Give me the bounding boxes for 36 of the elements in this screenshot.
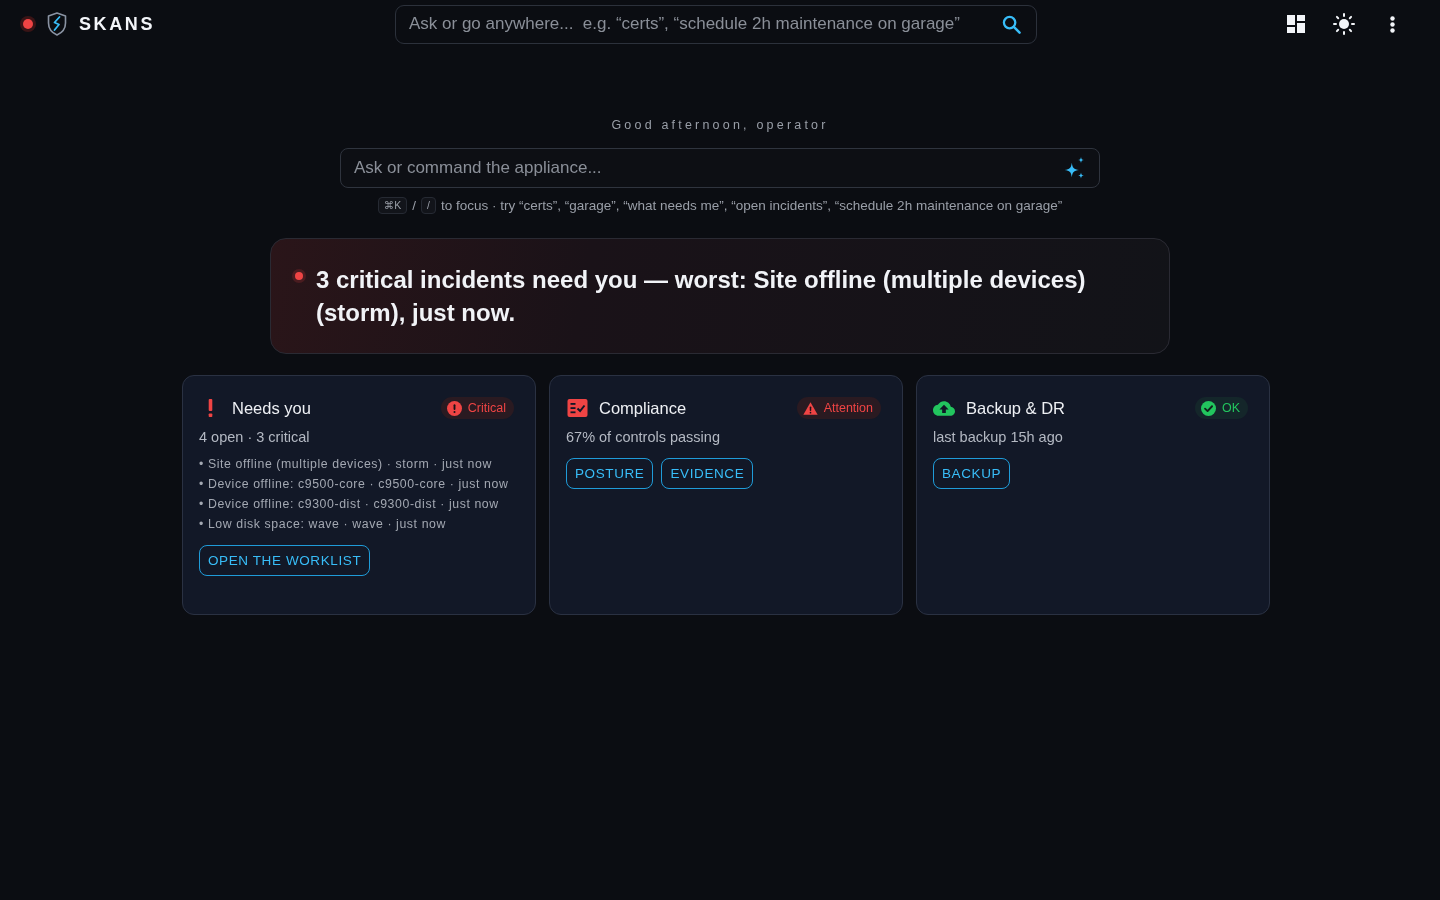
card-summary: 67% of controls passing (566, 428, 721, 447)
cloud-upload-icon (933, 399, 955, 417)
brand-name: SKANS (79, 13, 155, 35)
status-label: Critical (467, 401, 506, 415)
shield-logo-icon (47, 12, 67, 36)
incident-item: • Device offline: c9300-dist · c9300-dist · just now (199, 496, 500, 513)
command-field[interactable]: Ask or command the appliance... (340, 148, 1100, 188)
action-button[interactable]: POSTURE (566, 458, 654, 489)
search-field[interactable]: Ask or go anywhere... e.g. “certs”, “schedule 2h maintenance on garage” (395, 4, 1037, 44)
status-dot (23, 19, 33, 29)
incident-item: • Low disk space: wave · wave · just now (199, 516, 447, 533)
hint-separator: / (412, 198, 416, 213)
card-summary: 4 open · 3 critical (199, 428, 311, 447)
shortcut-key: ⌘K (377, 197, 408, 214)
check-circle-icon (1200, 400, 1216, 416)
alert-circle-icon (446, 400, 462, 416)
card-summary: last backup 15h ago (933, 428, 1064, 447)
card-title: Backup & DR (966, 398, 1067, 418)
shortcut-key: / (421, 197, 436, 214)
action-button[interactable]: OPEN THE WORKLIST (199, 545, 371, 576)
alert-text: 3 critical incidents need you — worst: Site offline (multiple devices) (storm), just now. (316, 265, 1087, 328)
status-label: Attention (823, 401, 873, 415)
incident-item: • Device offline: c9500-core · c9500-core · just now (199, 476, 510, 493)
card-title: Needs you (232, 398, 312, 418)
alert-dot (295, 272, 303, 280)
exclamation-icon (207, 399, 213, 417)
status-label: OK (1221, 401, 1240, 415)
search-icon[interactable] (1002, 14, 1021, 34)
action-button[interactable]: EVIDENCE (661, 458, 754, 489)
card-title: Compliance (599, 398, 688, 418)
checklist-icon (566, 399, 588, 417)
warning-triangle-icon (802, 400, 818, 416)
incident-item: • Site offline (multiple devices) · storm · just now (199, 456, 493, 473)
hint-text: to focus · try “certs”, “garage”, “what needs me”, “open incidents”, “schedule 2h maintenance on garage” (440, 198, 1063, 213)
greeting-text: Good afternoon, operator (611, 118, 829, 132)
action-button[interactable]: BACKUP (933, 458, 1011, 489)
